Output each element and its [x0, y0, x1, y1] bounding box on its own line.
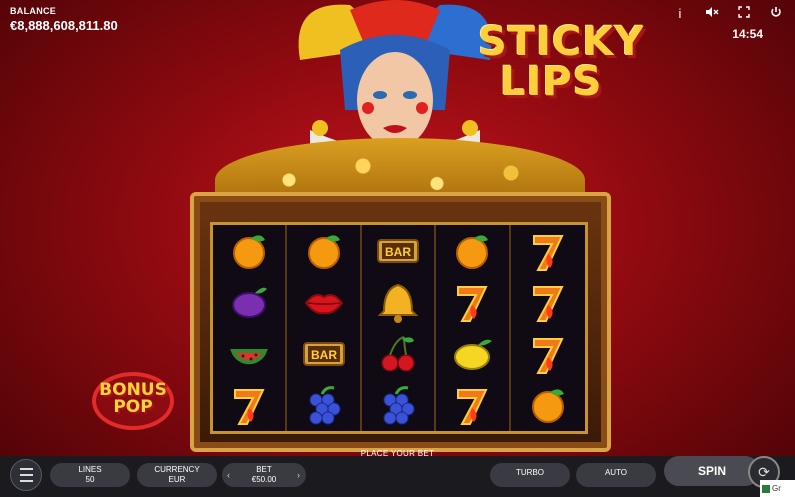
bet-increase-button[interactable]: ›: [297, 470, 300, 480]
reel-1: [213, 225, 288, 432]
currency-button[interactable]: CURRENCY EUR: [137, 463, 217, 487]
reel-3: BAR: [362, 225, 437, 432]
lines-label: LINES: [78, 465, 102, 474]
seven-symbol: [436, 277, 508, 329]
bet-value: €50.00: [251, 475, 277, 484]
bet-decrease-button[interactable]: ‹: [227, 470, 230, 480]
title-line-2: LIPS: [500, 59, 603, 105]
bonus-pop-logo: BONUS POP: [92, 372, 174, 430]
bar-symbol-text: BAR: [311, 348, 337, 362]
seven-symbol: [511, 277, 585, 329]
balance-label: BALANCE: [10, 6, 57, 16]
seven-symbol: [511, 225, 585, 277]
bar-icon: BAR: [376, 238, 419, 263]
auto-label: AUTO: [604, 468, 628, 477]
cherry-symbol: [362, 328, 434, 380]
seven-icon: [234, 389, 265, 426]
auto-button[interactable]: AUTO: [576, 463, 656, 487]
bell-icon: [377, 284, 419, 324]
seven-icon: [532, 286, 564, 323]
grapes-icon: [383, 386, 415, 425]
bar-symbol: BAR: [362, 225, 434, 277]
currency-label: CURRENCY: [154, 465, 200, 474]
seven-symbol: [213, 380, 285, 432]
orange-symbol: [287, 225, 359, 277]
power-icon[interactable]: [769, 6, 783, 21]
bonus-line-2: POP: [113, 397, 153, 417]
bar-symbol: BAR: [287, 328, 359, 380]
taskbar-peek-text: Gr: [772, 484, 781, 493]
grapes-symbol: [287, 380, 359, 432]
game-title: STICKY LIPS: [478, 22, 644, 102]
taskbar-peek: Gr: [760, 480, 795, 497]
seven-icon: [532, 337, 564, 374]
grapes-icon: [309, 386, 341, 425]
bell-symbol: [362, 277, 434, 329]
lines-value: 50: [85, 475, 95, 484]
menu-icon: [19, 468, 33, 482]
bar-icon: BAR: [302, 341, 345, 366]
lines-button[interactable]: LINES 50: [50, 463, 130, 487]
turbo-label: TURBO: [516, 468, 544, 477]
balance-panel: BALANCE €8,888,608,811.80: [10, 6, 118, 33]
balance-value: €8,888,608,811.80: [10, 18, 118, 33]
cherry-icon: [381, 335, 415, 372]
bar-symbol-text: BAR: [385, 245, 411, 259]
info-icon[interactable]: i: [673, 6, 687, 21]
orange-symbol: [436, 225, 508, 277]
orange-icon: [456, 235, 489, 269]
seven-icon: [457, 286, 488, 323]
lemon-symbol: [436, 328, 508, 380]
orange-icon: [233, 235, 266, 269]
seven-symbol: [511, 328, 585, 380]
app-icon: [762, 484, 770, 493]
lips-symbol: [287, 277, 359, 329]
lemon-icon: [454, 339, 493, 370]
orange-icon: [307, 235, 340, 269]
watermelon-symbol: [213, 328, 285, 380]
currency-value: EUR: [168, 475, 186, 484]
seven-symbol: [436, 380, 508, 432]
menu-button[interactable]: [10, 459, 42, 491]
reel-2: BAR: [287, 225, 362, 432]
top-toolbar: i: [673, 6, 783, 21]
reel-4: [436, 225, 511, 432]
orange-icon: [531, 389, 564, 424]
clock: 14:54: [732, 27, 763, 41]
plum-icon: [232, 287, 268, 319]
fullscreen-icon[interactable]: [737, 6, 751, 21]
watermelon-icon: [230, 348, 269, 364]
grapes-symbol: [362, 380, 434, 432]
turbo-button[interactable]: TURBO: [490, 463, 570, 487]
orange-symbol: [511, 380, 585, 432]
reel-5: [511, 225, 585, 431]
lips-icon: [304, 294, 343, 315]
orange-symbol: [213, 225, 285, 277]
bet-label: BET: [256, 465, 272, 474]
seven-icon: [457, 389, 488, 426]
reel-grid: BAR BAR: [210, 222, 588, 434]
plum-symbol: [213, 277, 285, 329]
spin-button[interactable]: SPIN: [664, 456, 760, 486]
sound-off-icon[interactable]: [705, 6, 719, 21]
bet-control: BET €50.00: [222, 463, 306, 487]
seven-icon: [532, 234, 564, 271]
